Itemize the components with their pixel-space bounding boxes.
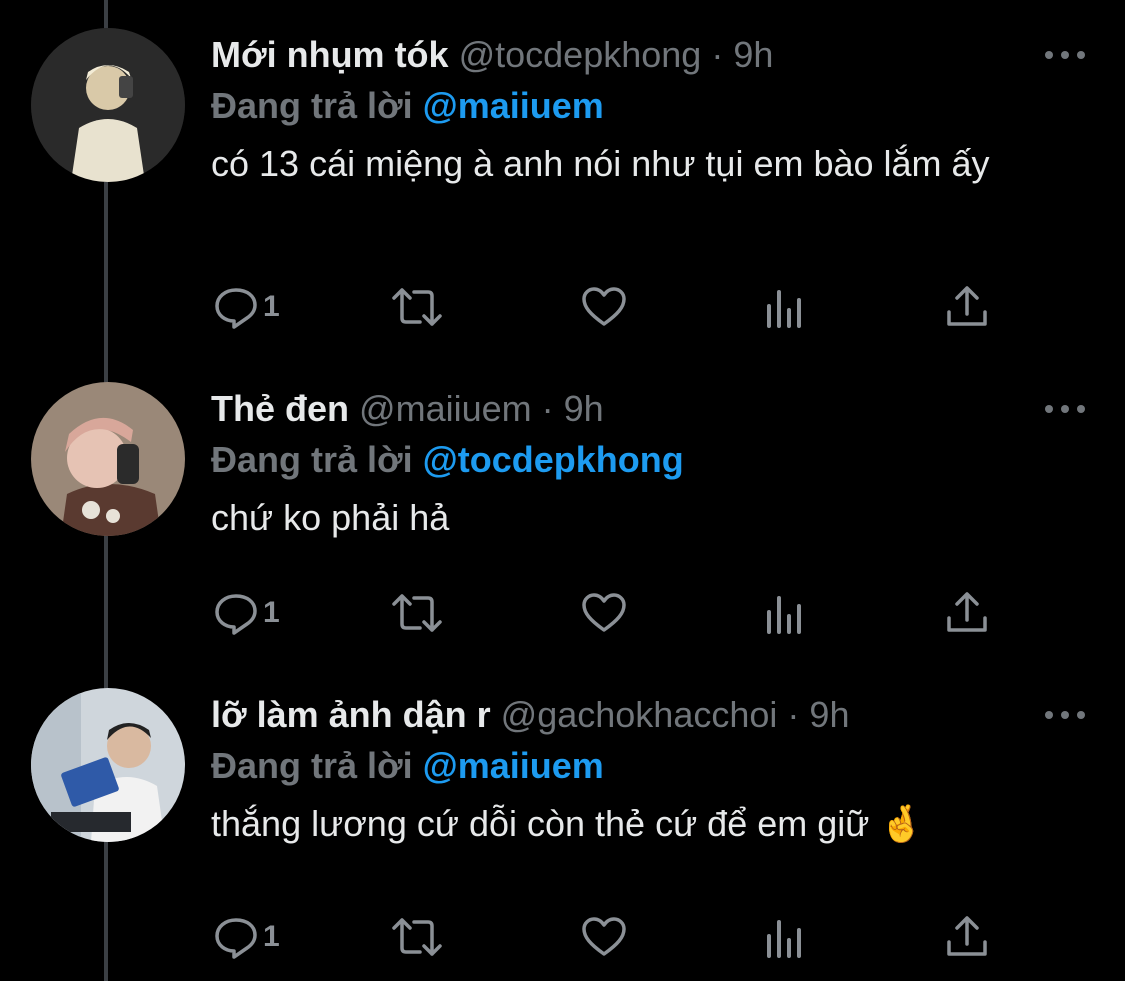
user-handle[interactable]: @tocdepkhong	[459, 34, 702, 75]
display-name[interactable]: lỡ làm ảnh dận r	[211, 694, 491, 735]
reply-count: 1	[263, 596, 280, 629]
more-options-icon[interactable]	[1045, 402, 1085, 416]
action-bar: 1	[211, 588, 1001, 638]
more-options-icon[interactable]	[1045, 708, 1085, 722]
user-handle[interactable]: @maiiuem	[359, 388, 532, 429]
reply-icon	[215, 594, 257, 635]
like-icon	[582, 287, 626, 326]
replying-prefix: Đang trả lời	[211, 85, 413, 126]
tweet[interactable]: lỡ làm ảnh dận r @gachokhacchoi · 9h Đan…	[0, 658, 1125, 981]
reply-count: 1	[263, 290, 280, 323]
share-button[interactable]	[945, 588, 989, 638]
analytics-icon	[767, 290, 801, 328]
reply-button[interactable]: 1	[213, 912, 280, 962]
separator-dot: ·	[787, 694, 800, 735]
action-bar: 1	[211, 282, 1001, 332]
more-options-icon[interactable]	[1045, 48, 1085, 62]
retweet-icon	[392, 288, 442, 326]
analytics-button[interactable]	[765, 588, 805, 638]
analytics-icon	[767, 920, 801, 958]
retweet-button[interactable]	[388, 282, 446, 332]
reply-button[interactable]: 1	[213, 588, 280, 638]
like-button[interactable]	[580, 282, 628, 332]
mention-link[interactable]: @maiiuem	[423, 85, 604, 126]
replying-prefix: Đang trả lời	[211, 745, 413, 786]
retweet-icon	[392, 918, 442, 956]
retweet-button[interactable]	[388, 912, 446, 962]
share-icon	[947, 916, 987, 956]
retweet-button[interactable]	[388, 588, 446, 638]
timestamp[interactable]: 9h	[809, 694, 849, 735]
reply-icon	[215, 918, 257, 959]
like-button[interactable]	[580, 912, 628, 962]
display-name[interactable]: Thẻ đen	[211, 388, 349, 429]
avatar[interactable]	[31, 28, 185, 182]
avatar[interactable]	[31, 688, 185, 842]
replying-to-line: Đang trả lời @maiiuem	[211, 80, 1085, 132]
share-button[interactable]	[945, 912, 989, 962]
tweet[interactable]: Mới nhụm tók @tocdepkhong · 9h Đang trả …	[0, 0, 1125, 340]
reply-button[interactable]: 1	[213, 282, 280, 332]
retweet-icon	[392, 594, 442, 632]
replying-to-line: Đang trả lời @maiiuem	[211, 740, 1085, 792]
share-button[interactable]	[945, 282, 989, 332]
tweet-text: có 13 cái miệng à anh nói như tụi em bào…	[211, 143, 990, 184]
analytics-button[interactable]	[765, 282, 805, 332]
reply-count: 1	[263, 920, 280, 953]
analytics-icon	[767, 596, 801, 634]
mention-link[interactable]: @tocdepkhong	[423, 439, 684, 480]
separator-dot: ·	[541, 388, 554, 429]
mention-link[interactable]: @maiiuem	[423, 745, 604, 786]
analytics-button[interactable]	[765, 912, 805, 962]
replying-to-line: Đang trả lời @tocdepkhong	[211, 434, 1085, 486]
like-icon	[582, 593, 626, 632]
action-bar: 1	[211, 912, 1001, 962]
timestamp[interactable]: 9h	[733, 34, 773, 75]
like-button[interactable]	[580, 588, 628, 638]
avatar[interactable]	[31, 382, 185, 536]
timestamp[interactable]: 9h	[564, 388, 604, 429]
display-name[interactable]: Mới nhụm tók	[211, 34, 449, 75]
separator-dot: ·	[711, 34, 724, 75]
like-icon	[582, 917, 626, 956]
share-icon	[947, 592, 987, 632]
tweet-text: thắng lương cứ dỗi còn thẻ cứ để em giữ …	[211, 803, 925, 844]
user-handle[interactable]: @gachokhacchoi	[501, 694, 778, 735]
tweet[interactable]: Thẻ đen @maiiuem · 9h Đang trả lời @tocd…	[0, 340, 1125, 658]
replying-prefix: Đang trả lời	[211, 439, 413, 480]
tweet-text: chứ ko phải hả	[211, 497, 450, 538]
reply-icon	[215, 288, 257, 329]
share-icon	[947, 286, 987, 326]
